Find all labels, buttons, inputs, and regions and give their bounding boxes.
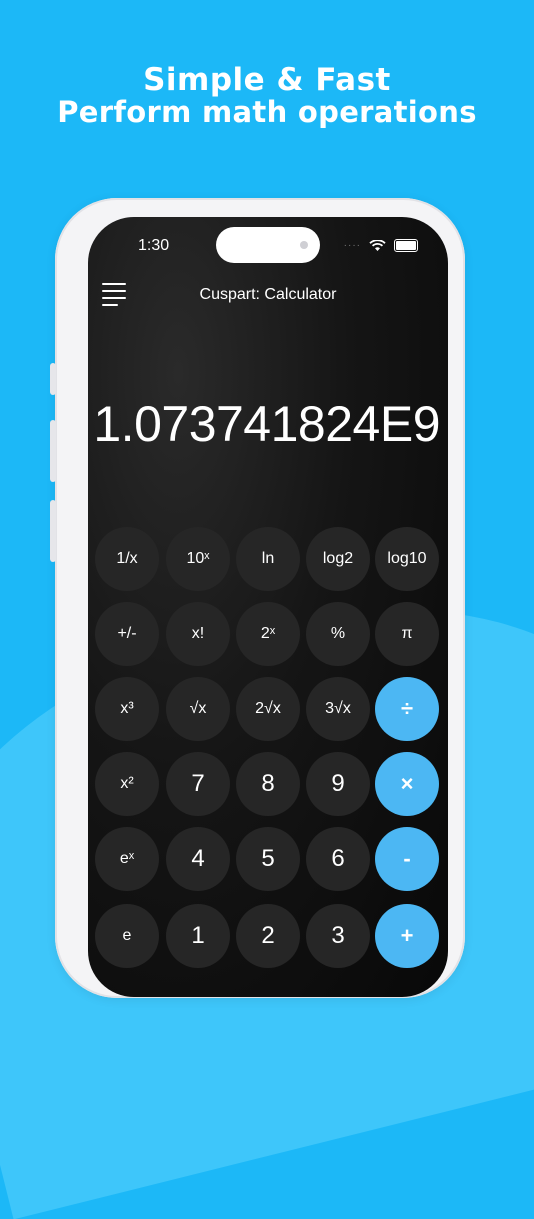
key-sqrt[interactable]: √x <box>166 677 230 741</box>
phone-volume-up-button <box>50 420 56 482</box>
promo-headline: Simple & Fast <box>143 62 391 98</box>
key-8[interactable]: 8 <box>236 752 300 816</box>
key-log10[interactable]: log10 <box>375 527 439 591</box>
phone-side-button <box>50 363 56 395</box>
key-1[interactable]: 1 <box>166 904 230 968</box>
key-6[interactable]: 6 <box>306 827 370 891</box>
key-root-2[interactable]: 2√x <box>236 677 300 741</box>
key-exp[interactable]: eˣ <box>95 827 159 891</box>
key-e[interactable]: e <box>95 904 159 968</box>
key-percent[interactable]: % <box>306 602 370 666</box>
battery-icon <box>394 239 418 252</box>
key-square[interactable]: x² <box>95 752 159 816</box>
app-title: Cuspart: Calculator <box>199 286 337 303</box>
key-subtract[interactable]: - <box>375 827 439 891</box>
key-2[interactable]: 2 <box>236 904 300 968</box>
key-9[interactable]: 9 <box>306 752 370 816</box>
status-time: 1:30 <box>138 237 170 254</box>
camera-icon <box>300 241 308 249</box>
key-7[interactable]: 7 <box>166 752 230 816</box>
promo-subheadline: Perform math operations <box>57 95 477 129</box>
signal-icon: ···· <box>343 240 361 251</box>
key-cube-root[interactable]: 3√x <box>306 677 370 741</box>
key-log2[interactable]: log2 <box>306 527 370 591</box>
key-3[interactable]: 3 <box>306 904 370 968</box>
phone-screen: 1:30 ···· Cuspart: Calculator 1.07374182… <box>88 217 448 997</box>
key-multiply[interactable]: × <box>375 752 439 816</box>
key-factorial[interactable]: x! <box>166 602 230 666</box>
key-5[interactable]: 5 <box>236 827 300 891</box>
key-divide[interactable]: ÷ <box>375 677 439 741</box>
status-indicators: ···· <box>344 239 418 252</box>
phone-volume-down-button <box>50 500 56 562</box>
key-ln[interactable]: ln <box>236 527 300 591</box>
dynamic-island <box>216 227 320 263</box>
key-pi[interactable]: π <box>375 602 439 666</box>
calculator-display: 1.073741824E9 <box>93 396 440 452</box>
key-cube[interactable]: x³ <box>95 677 159 741</box>
key-4[interactable]: 4 <box>166 827 230 891</box>
key-two-power[interactable]: 2ˣ <box>236 602 300 666</box>
key-add[interactable]: + <box>375 904 439 968</box>
key-reciprocal[interactable]: 1/x <box>95 527 159 591</box>
wifi-icon <box>369 239 386 251</box>
key-negate[interactable]: +/- <box>95 602 159 666</box>
key-ten-power[interactable]: 10ˣ <box>166 527 230 591</box>
